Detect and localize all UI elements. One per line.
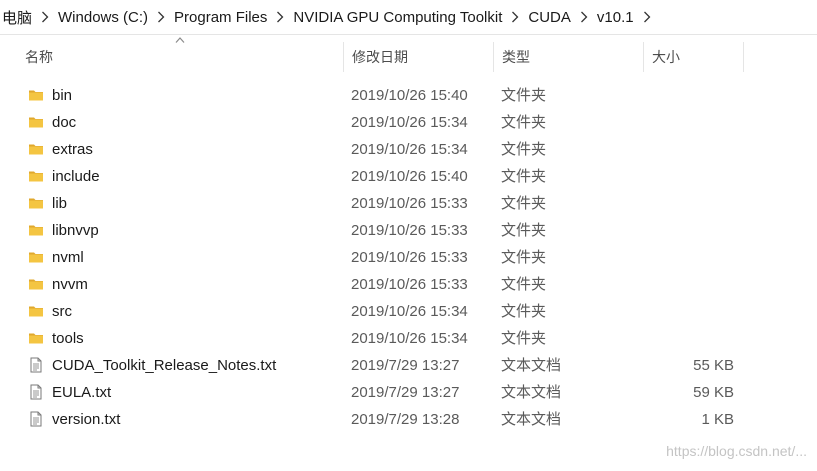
folder-icon: [28, 276, 44, 292]
watermark: https://blog.csdn.net/...: [666, 443, 807, 459]
file-type: 文件夹: [501, 141, 547, 158]
file-row[interactable]: CUDA_Toolkit_Release_Notes.txt 2019/7/29 …: [0, 352, 817, 379]
file-name: lib: [52, 195, 68, 212]
breadcrumb-item-nvidia-toolkit[interactable]: NVIDIA GPU Computing Toolkit: [289, 9, 506, 26]
file-date-modified: 2019/10/26 15:33: [351, 249, 468, 266]
file-date-modified: 2019/10/26 15:34: [351, 330, 468, 347]
file-name: bin: [52, 87, 73, 104]
file-type: 文件夹: [501, 114, 547, 131]
breadcrumb-item-drive-c[interactable]: Windows (C:): [54, 9, 152, 26]
folder-icon: [28, 303, 44, 319]
file-row[interactable]: nvml 2019/10/26 15:33 文件夹: [0, 244, 817, 271]
file-name: libnvvp: [52, 222, 99, 239]
file-date-modified: 2019/10/26 15:40: [351, 87, 468, 104]
file-date-modified: 2019/7/29 13:28: [351, 411, 460, 428]
file-type: 文件夹: [501, 222, 547, 239]
text-file-icon: [28, 357, 44, 373]
file-size: 59 KB: [693, 384, 734, 401]
file-row[interactable]: libnvvp 2019/10/26 15:33 文件夹: [0, 217, 817, 244]
breadcrumb-item-v10-1[interactable]: v10.1: [593, 9, 638, 26]
folder-icon: [28, 195, 44, 211]
file-date-modified: 2019/7/29 13:27: [351, 384, 460, 401]
chevron-right-icon[interactable]: [506, 11, 524, 23]
file-type: 文本文档: [501, 357, 562, 374]
file-row[interactable]: extras 2019/10/26 15:34 文件夹: [0, 136, 817, 163]
file-date-modified: 2019/10/26 15:34: [351, 114, 468, 131]
breadcrumb: 电脑 Windows (C:) Program Files NVIDIA GPU…: [0, 0, 817, 35]
folder-icon: [28, 114, 44, 130]
file-date-modified: 2019/10/26 15:34: [351, 141, 468, 158]
file-name: extras: [52, 141, 93, 158]
file-name: version.txt: [52, 411, 121, 428]
folder-icon: [28, 141, 44, 157]
file-name: doc: [52, 114, 77, 131]
file-date-modified: 2019/10/26 15:33: [351, 222, 468, 239]
file-row[interactable]: lib 2019/10/26 15:33 文件夹: [0, 190, 817, 217]
file-name: src: [52, 303, 72, 320]
file-type: 文本文档: [501, 384, 562, 401]
chevron-right-icon[interactable]: [575, 11, 593, 23]
file-name: EULA.txt: [52, 384, 112, 401]
column-header-name[interactable]: 名称: [17, 42, 344, 72]
file-date-modified: 2019/10/26 15:33: [351, 195, 468, 212]
breadcrumb-item-cuda[interactable]: CUDA: [524, 9, 575, 26]
chevron-right-icon[interactable]: [638, 11, 656, 23]
file-explorer-window: 电脑 Windows (C:) Program Files NVIDIA GPU…: [0, 0, 817, 471]
column-header-date-modified[interactable]: 修改日期: [344, 42, 494, 72]
file-list: bin 2019/10/26 15:40 文件夹 doc 2019/10/26 15:3…: [0, 82, 817, 433]
file-date-modified: 2019/10/26 15:34: [351, 303, 468, 320]
file-type: 文本文档: [501, 411, 562, 428]
chevron-right-icon[interactable]: [152, 11, 170, 23]
file-name: tools: [52, 330, 84, 347]
column-header-type[interactable]: 类型: [494, 42, 644, 72]
chevron-right-icon[interactable]: [36, 11, 54, 23]
breadcrumb-item-program-files[interactable]: Program Files: [170, 9, 271, 26]
file-type: 文件夹: [501, 276, 547, 293]
file-row[interactable]: src 2019/10/26 15:34 文件夹: [0, 298, 817, 325]
file-row[interactable]: doc 2019/10/26 15:34 文件夹: [0, 109, 817, 136]
folder-icon: [28, 168, 44, 184]
file-name: include: [52, 168, 100, 185]
file-name: nvml: [52, 249, 84, 266]
file-row[interactable]: include 2019/10/26 15:40 文件夹: [0, 163, 817, 190]
folder-icon: [28, 330, 44, 346]
file-date-modified: 2019/10/26 15:33: [351, 276, 468, 293]
file-row[interactable]: nvvm 2019/10/26 15:33 文件夹: [0, 271, 817, 298]
file-row[interactable]: bin 2019/10/26 15:40 文件夹: [0, 82, 817, 109]
file-type: 文件夹: [501, 330, 547, 347]
file-type: 文件夹: [501, 249, 547, 266]
text-file-icon: [28, 411, 44, 427]
file-size: 55 KB: [693, 357, 734, 374]
file-size: 1 KB: [701, 411, 734, 428]
file-type: 文件夹: [501, 195, 547, 212]
file-type: 文件夹: [501, 303, 547, 320]
file-type: 文件夹: [501, 168, 547, 185]
breadcrumb-item-this-pc[interactable]: 电脑: [0, 7, 36, 28]
column-header-size[interactable]: 大小: [644, 42, 744, 72]
folder-icon: [28, 222, 44, 238]
file-row[interactable]: EULA.txt 2019/7/29 13:27 文本文档 59 KB: [0, 379, 817, 406]
file-name: CUDA_Toolkit_Release_Notes.txt: [52, 357, 277, 374]
folder-icon: [28, 87, 44, 103]
folder-icon: [28, 249, 44, 265]
file-name: nvvm: [52, 276, 88, 293]
file-date-modified: 2019/7/29 13:27: [351, 357, 460, 374]
file-type: 文件夹: [501, 87, 547, 104]
file-row[interactable]: tools 2019/10/26 15:34 文件夹: [0, 325, 817, 352]
column-header-row: 名称 修改日期 类型 大小: [0, 42, 817, 72]
file-row[interactable]: version.txt 2019/7/29 13:28 文本文档 1 KB: [0, 406, 817, 433]
text-file-icon: [28, 384, 44, 400]
chevron-right-icon[interactable]: [271, 11, 289, 23]
file-date-modified: 2019/10/26 15:40: [351, 168, 468, 185]
